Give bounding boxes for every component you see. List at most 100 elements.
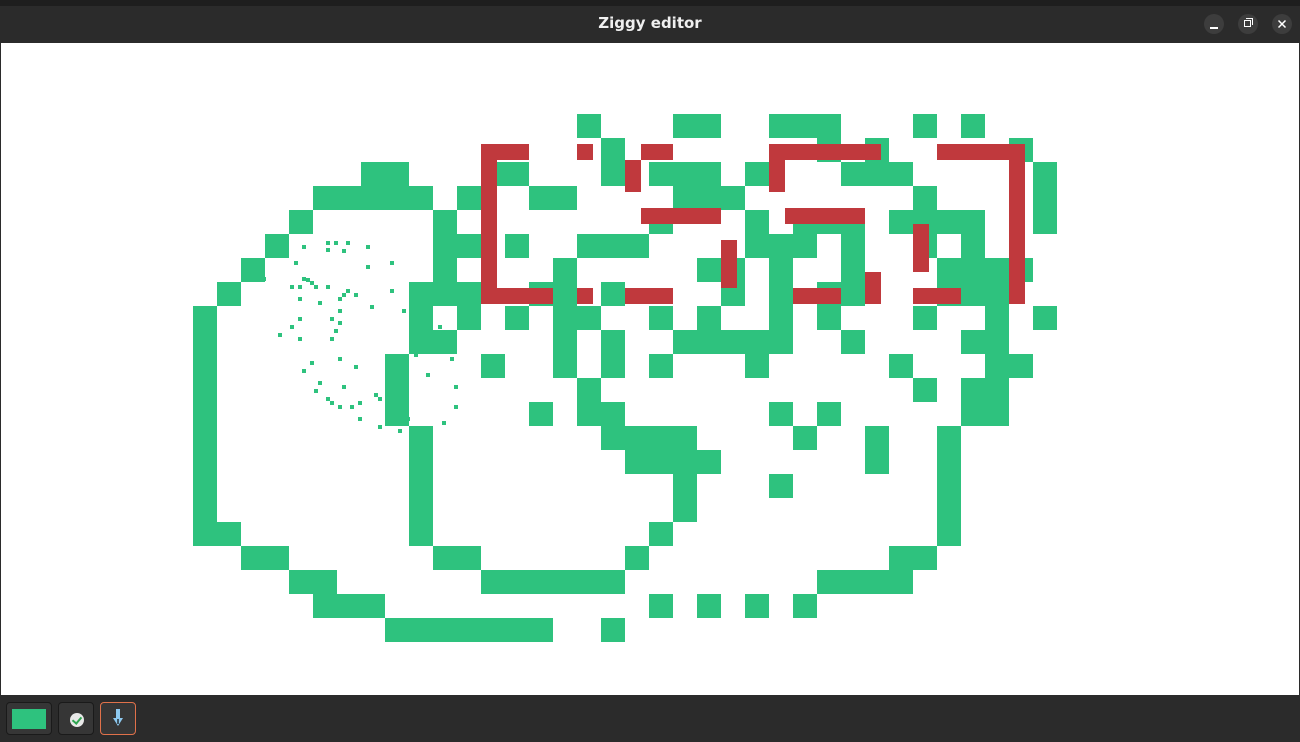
pixel <box>409 426 433 450</box>
pixel <box>577 144 593 160</box>
close-button[interactable] <box>1272 14 1292 34</box>
pixel <box>406 417 410 421</box>
pixel <box>414 353 418 357</box>
pixel <box>334 329 338 333</box>
pixel <box>769 402 793 426</box>
minimize-button[interactable] <box>1204 14 1224 34</box>
pixel <box>354 293 358 297</box>
pixel <box>378 397 382 401</box>
pixel <box>457 306 481 330</box>
pixel <box>394 413 398 417</box>
pixel <box>298 285 302 289</box>
pixel <box>865 272 881 304</box>
pixel <box>1033 210 1057 234</box>
pixel <box>601 162 625 186</box>
pixel <box>769 282 793 306</box>
pixel <box>505 234 529 258</box>
pixel <box>350 405 354 409</box>
pixel <box>961 234 985 258</box>
pixel <box>294 261 298 265</box>
pixel <box>673 114 721 138</box>
pixel <box>385 618 553 642</box>
maximize-button[interactable] <box>1238 14 1258 34</box>
confirm-button[interactable] <box>58 702 94 735</box>
pixel <box>577 234 649 258</box>
pixel <box>318 381 322 385</box>
pixel-art-drawing[interactable] <box>1 43 1299 695</box>
pixel <box>313 186 433 210</box>
pixel <box>1033 306 1057 330</box>
bottom-toolbar <box>0 695 1300 742</box>
pixel <box>193 330 217 354</box>
pixel <box>553 306 601 330</box>
pixel <box>769 474 793 498</box>
pen-tool-button[interactable] <box>100 702 136 735</box>
pixel <box>457 186 481 210</box>
pixel <box>354 365 358 369</box>
pixel <box>1009 144 1025 304</box>
pixel <box>290 285 294 289</box>
pixel <box>193 450 217 474</box>
pixel <box>241 258 265 282</box>
pixel <box>398 429 402 433</box>
pixel <box>769 258 793 282</box>
pixel <box>937 450 961 474</box>
pixel <box>985 306 1009 330</box>
pixel <box>649 306 673 330</box>
pixel <box>330 401 334 405</box>
color-picker-button[interactable] <box>6 702 52 735</box>
pixel <box>390 261 394 265</box>
pixel <box>338 321 342 325</box>
drawing-canvas[interactable] <box>1 43 1299 695</box>
pixel <box>865 426 889 450</box>
pixel <box>326 397 330 401</box>
pixel <box>841 282 865 306</box>
color-swatch <box>12 709 46 729</box>
pixel <box>342 293 346 297</box>
pixel <box>553 354 577 378</box>
pixel <box>342 249 346 253</box>
pixel <box>577 378 601 402</box>
pixel <box>366 245 370 249</box>
pixel <box>625 450 721 474</box>
pixel <box>314 389 318 393</box>
pixel <box>697 594 721 618</box>
pixel <box>262 277 266 281</box>
pixel <box>338 309 342 313</box>
pixel <box>793 594 817 618</box>
pixel <box>370 305 374 309</box>
pixel <box>193 498 217 522</box>
pixel <box>601 330 625 354</box>
pixel <box>193 354 217 378</box>
pixel <box>481 144 497 304</box>
pixel <box>338 405 342 409</box>
pixel <box>913 288 961 304</box>
pixel <box>553 330 577 354</box>
pixel <box>625 288 673 304</box>
pixel <box>601 282 625 306</box>
pixel <box>697 306 721 330</box>
pixel <box>769 306 793 330</box>
pixel <box>793 426 817 450</box>
pixel <box>313 594 385 618</box>
pixel <box>641 208 721 224</box>
close-icon <box>1277 19 1287 29</box>
pixel <box>433 234 481 258</box>
pixel <box>409 474 433 498</box>
pixel <box>241 546 289 570</box>
pixel <box>318 301 322 305</box>
pixel <box>298 337 302 341</box>
pixel <box>745 162 769 186</box>
pixel <box>385 378 409 402</box>
pixel <box>314 285 318 289</box>
pixel <box>289 210 313 234</box>
pixel <box>1033 186 1057 210</box>
pixel <box>505 306 529 330</box>
pixel <box>409 450 433 474</box>
minimize-icon <box>1210 27 1218 29</box>
pixel <box>302 245 306 249</box>
pixel <box>817 306 841 330</box>
pixel <box>361 162 409 186</box>
pixel <box>326 248 330 252</box>
pixel <box>454 405 458 409</box>
